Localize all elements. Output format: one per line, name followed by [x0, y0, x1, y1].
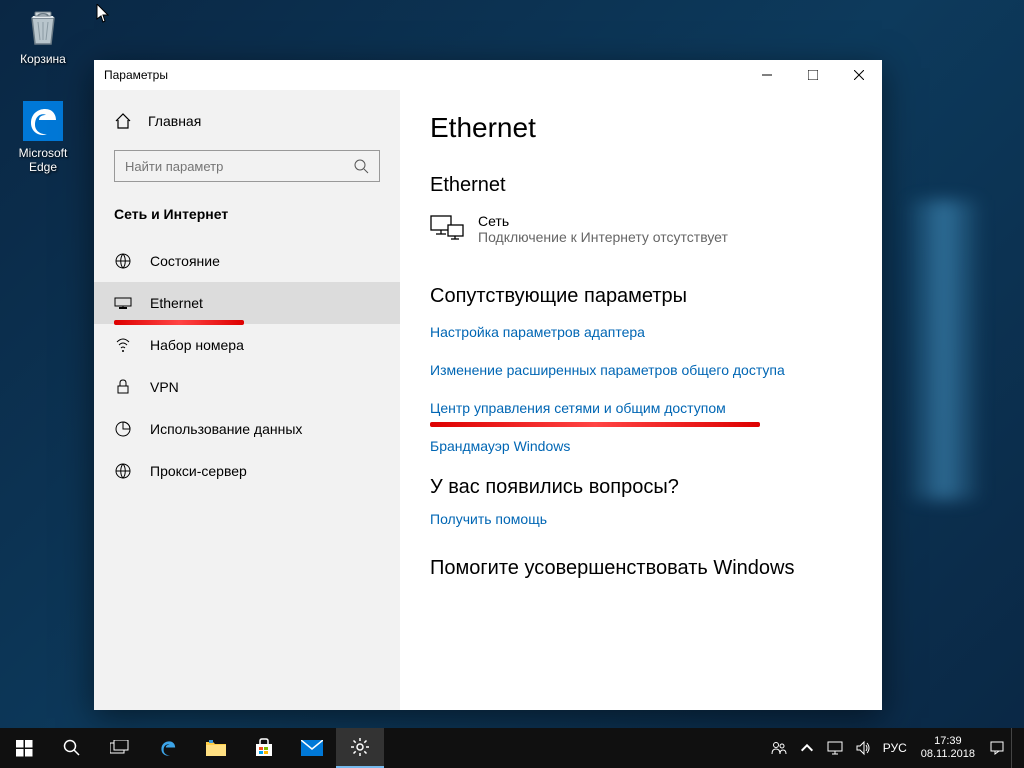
globe-icon [114, 252, 132, 270]
dialup-icon [114, 336, 132, 354]
network-status: Подключение к Интернету отсутствует [478, 229, 728, 245]
link-firewall[interactable]: Брандмауэр Windows [430, 438, 852, 454]
show-desktop[interactable] [1011, 728, 1024, 768]
taskbar-mail[interactable] [288, 728, 336, 768]
task-view-icon [110, 740, 130, 756]
store-icon [254, 738, 274, 758]
sidebar-item-label: Набор номера [150, 337, 244, 353]
mail-icon [301, 740, 323, 756]
recycle-bin-icon [22, 6, 64, 48]
tray-language[interactable]: РУС [877, 728, 913, 768]
tray-chevron-up[interactable] [793, 728, 821, 768]
sidebar-item-label: Состояние [150, 253, 220, 269]
sidebar-category: Сеть и Интернет [94, 206, 400, 240]
sidebar-item-dialup[interactable]: Набор номера [94, 324, 400, 366]
home-label: Главная [148, 113, 201, 129]
task-view-button[interactable] [96, 728, 144, 768]
home-button[interactable]: Главная [94, 112, 400, 150]
search-field[interactable] [125, 159, 353, 174]
improve-title: Помогите усовершенствовать Windows [430, 557, 852, 580]
vpn-icon [114, 378, 132, 396]
ethernet-icon [114, 294, 132, 312]
edge-icon [22, 100, 64, 142]
search-input[interactable] [114, 150, 380, 182]
speaker-icon [855, 740, 871, 756]
page-title: Ethernet [430, 112, 852, 144]
settings-window: Параметры Главная Сеть и Интернет Состоя… [94, 60, 882, 710]
search-icon [353, 158, 369, 174]
windows-icon [16, 740, 33, 757]
folder-icon [206, 740, 226, 756]
related-links: Настройка параметров адаптера Изменение … [430, 324, 852, 454]
sidebar-item-label: VPN [150, 379, 179, 395]
close-button[interactable] [836, 60, 882, 90]
minimize-icon [762, 70, 772, 80]
taskbar-edge[interactable] [144, 728, 192, 768]
notification-icon [989, 740, 1005, 756]
questions-title: У вас появились вопросы? [430, 476, 852, 499]
link-get-help[interactable]: Получить помощь [430, 511, 852, 527]
data-usage-icon [114, 420, 132, 438]
clock-date: 08.11.2018 [921, 748, 975, 761]
sidebar-item-proxy[interactable]: Прокси-сервер [94, 450, 400, 492]
desktop-icon-label: Корзина [6, 52, 80, 66]
related-title: Сопутствующие параметры [430, 285, 852, 308]
start-button[interactable] [0, 728, 48, 768]
tray-people[interactable] [765, 728, 793, 768]
system-tray: РУС 17:39 08.11.2018 [765, 728, 1024, 768]
tray-network[interactable] [821, 728, 849, 768]
tray-clock[interactable]: 17:39 08.11.2018 [913, 728, 983, 768]
gear-icon [350, 737, 370, 757]
sidebar-item-vpn[interactable]: VPN [94, 366, 400, 408]
mouse-cursor [96, 4, 110, 24]
taskbar-settings[interactable] [336, 728, 384, 768]
taskbar: РУС 17:39 08.11.2018 [0, 728, 1024, 768]
section-ethernet-title: Ethernet [430, 174, 852, 197]
maximize-button[interactable] [790, 60, 836, 90]
tray-volume[interactable] [849, 728, 877, 768]
tray-notifications[interactable] [983, 728, 1011, 768]
link-network-center[interactable]: Центр управления сетями и общим доступом [430, 400, 852, 416]
sidebar-item-label: Ethernet [150, 295, 203, 311]
desktop-icon-recycle-bin[interactable]: Корзина [6, 6, 80, 66]
search-icon [63, 739, 81, 757]
search-button[interactable] [48, 728, 96, 768]
network-entry[interactable]: Сеть Подключение к Интернету отсутствует [430, 213, 852, 245]
sidebar-item-ethernet[interactable]: Ethernet [94, 282, 400, 324]
main-panel: Ethernet Ethernet Сеть Подключение к Инт… [400, 90, 882, 710]
link-advanced-sharing[interactable]: Изменение расширенных параметров общего … [430, 362, 852, 378]
window-title: Параметры [104, 68, 168, 82]
sidebar-item-label: Использование данных [150, 421, 302, 437]
sidebar-item-data-usage[interactable]: Использование данных [94, 408, 400, 450]
wallpaper-light [904, 200, 984, 500]
link-adapter-settings[interactable]: Настройка параметров адаптера [430, 324, 852, 340]
network-name: Сеть [478, 213, 728, 229]
home-icon [114, 112, 132, 130]
minimize-button[interactable] [744, 60, 790, 90]
clock-time: 17:39 [934, 735, 962, 748]
monitor-icon [430, 215, 464, 241]
proxy-icon [114, 462, 132, 480]
people-icon [771, 740, 787, 756]
taskbar-store[interactable] [240, 728, 288, 768]
taskbar-explorer[interactable] [192, 728, 240, 768]
sidebar-item-label: Прокси-сервер [150, 463, 247, 479]
edge-icon [157, 737, 179, 759]
monitor-icon [827, 740, 843, 756]
sidebar-item-status[interactable]: Состояние [94, 240, 400, 282]
close-icon [854, 70, 864, 80]
maximize-icon [808, 70, 818, 80]
sidebar: Главная Сеть и Интернет Состояние Ethern… [94, 90, 400, 710]
desktop-icon-label: Microsoft Edge [6, 146, 80, 174]
chevron-up-icon [799, 740, 815, 756]
desktop-icon-edge[interactable]: Microsoft Edge [6, 100, 80, 174]
titlebar[interactable]: Параметры [94, 60, 882, 90]
